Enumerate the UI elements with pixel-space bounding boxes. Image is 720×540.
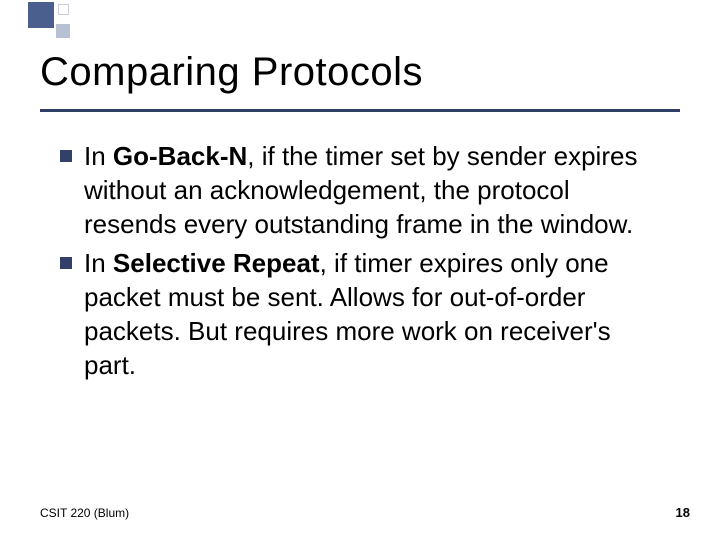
bullet-text: In Selective Repeat, if timer expires on…	[84, 247, 660, 382]
slide: Comparing Protocols In Go-Back-N, if the…	[0, 0, 720, 540]
title-area: Comparing Protocols	[40, 50, 680, 112]
decor-square-small	[56, 24, 70, 38]
square-bullet-icon	[60, 150, 72, 162]
bullet-bold: Selective Repeat	[113, 248, 320, 278]
decor-square-large	[28, 2, 54, 28]
list-item: In Go-Back-N, if the timer set by sender…	[60, 140, 660, 241]
bullet-text: In Go-Back-N, if the timer set by sender…	[84, 140, 660, 241]
footer-left: CSIT 220 (Blum)	[40, 506, 129, 520]
footer: CSIT 220 (Blum) 18	[40, 505, 690, 520]
slide-number: 18	[676, 505, 690, 520]
title-underline	[40, 109, 680, 112]
slide-title: Comparing Protocols	[40, 50, 680, 95]
bullet-bold: Go-Back-N	[113, 141, 247, 171]
decor-square-outline	[58, 4, 69, 15]
bullet-prefix: In	[84, 141, 113, 171]
body-text: In Go-Back-N, if the timer set by sender…	[60, 140, 660, 389]
list-item: In Selective Repeat, if timer expires on…	[60, 247, 660, 382]
bullet-prefix: In	[84, 248, 113, 278]
square-bullet-icon	[60, 257, 72, 269]
